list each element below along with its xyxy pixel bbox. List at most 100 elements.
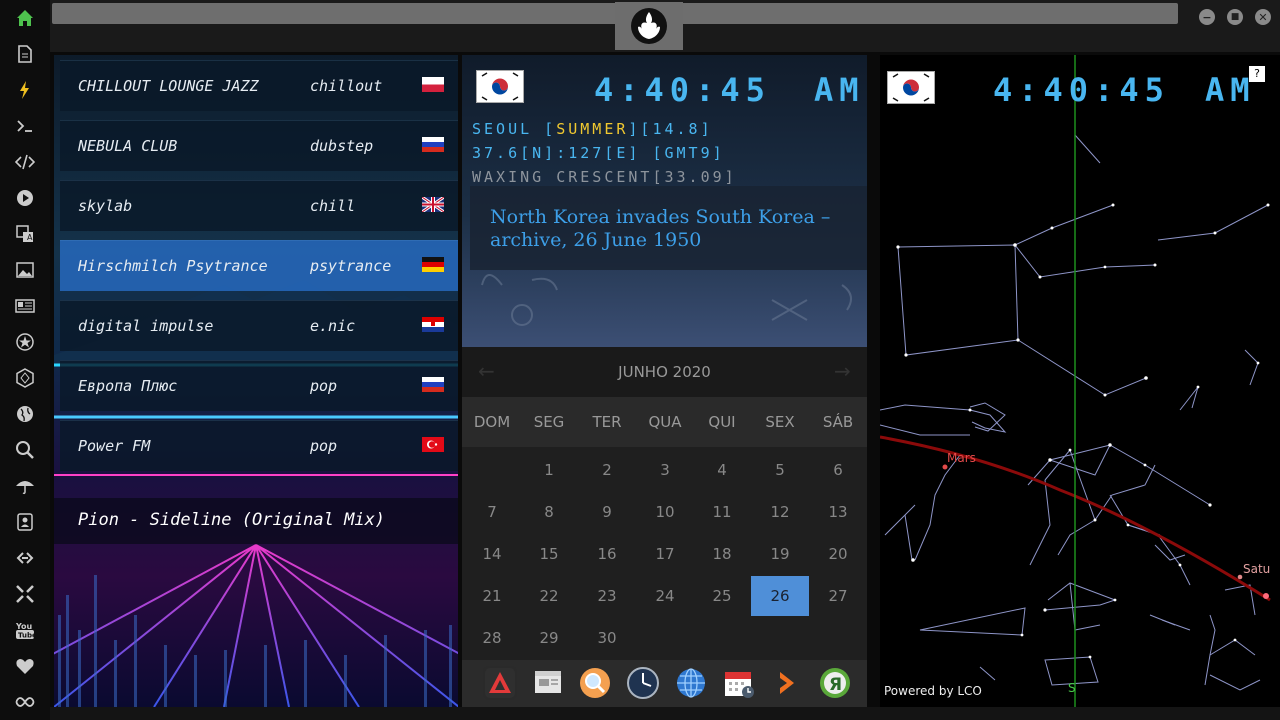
next-month-button[interactable]: → — [834, 359, 851, 383]
maximize-button[interactable]: ■ — [1227, 9, 1243, 25]
settings-star-icon[interactable] — [13, 330, 37, 354]
calendar-day[interactable]: 16 — [578, 534, 636, 574]
globe-browser-icon[interactable] — [674, 666, 708, 700]
station-item-active[interactable]: Hirschmilch Psytrance psytrance — [60, 240, 458, 291]
magnifier-icon[interactable] — [578, 666, 612, 700]
notes-icon[interactable] — [531, 666, 565, 700]
calendar-day[interactable]: 17 — [636, 534, 694, 574]
globe-icon[interactable] — [13, 402, 37, 426]
terminal-icon[interactable] — [13, 114, 37, 138]
anydesk-icon[interactable] — [483, 666, 517, 700]
help-button[interactable]: ? — [1249, 66, 1265, 82]
arrow-right-icon[interactable] — [770, 666, 804, 700]
calendar-day[interactable]: 4 — [693, 450, 751, 490]
calendar-day[interactable]: 23 — [578, 576, 636, 616]
code-icon[interactable] — [13, 150, 37, 174]
calendar-day[interactable]: 8 — [520, 492, 578, 532]
calendar-day[interactable]: 21 — [463, 576, 521, 616]
lightning-icon[interactable] — [13, 78, 37, 102]
youtube-icon[interactable]: You Tube — [13, 618, 37, 642]
calendar-day[interactable]: 25 — [693, 576, 751, 616]
station-item[interactable]: Power FM pop — [60, 420, 458, 471]
calendar-day[interactable]: 2 — [578, 450, 636, 490]
news-box[interactable]: North Korea invades South Korea – archiv… — [470, 186, 867, 270]
powered-by-label[interactable]: Powered by LCO — [884, 684, 982, 698]
dow-label: SÁB — [822, 413, 854, 431]
station-item[interactable]: skylab chill — [60, 180, 458, 231]
calendar-day[interactable]: 12 — [751, 492, 809, 532]
south-korea-flag-icon — [887, 71, 935, 104]
close-button[interactable]: ✕ — [1255, 9, 1271, 25]
news-headline[interactable]: North Korea invades South Korea – archiv… — [490, 206, 840, 252]
calendar-day[interactable]: 6 — [809, 450, 867, 490]
station-item[interactable]: CHILLOUT LOUNGE JAZZ chillout — [60, 60, 458, 111]
calendar-day[interactable]: 7 — [463, 492, 521, 532]
russia-flag-icon — [422, 377, 444, 392]
calendar-day[interactable]: 19 — [751, 534, 809, 574]
expand-icon[interactable] — [13, 582, 37, 606]
calendar-day[interactable]: 28 — [463, 618, 521, 658]
svg-text:A: A — [27, 233, 33, 242]
station-genre: chill — [310, 197, 356, 215]
play-icon[interactable] — [13, 186, 37, 210]
calendar-day[interactable]: 24 — [636, 576, 694, 616]
sky-map[interactable]: Mars Satu 4:40:45 AM S — [880, 55, 1280, 707]
calendar-day[interactable]: 22 — [520, 576, 578, 616]
calendar-day[interactable]: 30 — [578, 618, 636, 658]
calendar-day[interactable]: 20 — [809, 534, 867, 574]
calendar: ← JUNHO 2020 → DOM SEG TER QUA QUI SEX S… — [462, 347, 867, 660]
bottom-bar — [50, 707, 1280, 720]
world-clock-panel: 4:40:45 AM SEOUL [SUMMER][14.8] 37.6[N]:… — [462, 55, 867, 347]
dow-label: SEG — [533, 413, 565, 431]
station-item[interactable]: Европа Плюс pop — [60, 360, 458, 411]
dow-label: DOM — [473, 413, 511, 431]
heart-icon[interactable] — [13, 654, 37, 678]
station-item[interactable]: digital impulse e.nic — [60, 300, 458, 351]
calendar-day[interactable]: 3 — [636, 450, 694, 490]
station-item[interactable]: NEBULA CLUB dubstep — [60, 120, 458, 171]
calendar-header: ← JUNHO 2020 → — [462, 347, 867, 397]
svg-text:Tube: Tube — [18, 632, 35, 640]
station-name: digital impulse — [78, 317, 214, 335]
calendar-day-today[interactable]: 26 — [751, 576, 809, 616]
svg-text:Я: Я — [829, 675, 842, 695]
calendar-day[interactable]: 18 — [693, 534, 751, 574]
link-icon[interactable] — [13, 546, 37, 570]
calendar-day[interactable]: 9 — [578, 492, 636, 532]
calendar-day[interactable]: 29 — [520, 618, 578, 658]
city-suffix: ][14.8] — [628, 120, 713, 138]
station-name: Европа Плюс — [78, 377, 178, 395]
clock-ampm: AM — [814, 71, 865, 109]
germany-flag-icon — [422, 257, 444, 272]
calendar-day[interactable]: 14 — [463, 534, 521, 574]
calendar-icon[interactable] — [722, 666, 756, 700]
moon-phase: WAXING CRESCENT[33.09] — [472, 168, 737, 186]
clock-icon[interactable] — [626, 666, 660, 700]
calendar-day[interactable]: 5 — [751, 450, 809, 490]
news-icon[interactable] — [13, 294, 37, 318]
image-icon[interactable] — [13, 258, 37, 282]
translate-icon[interactable]: A — [13, 222, 37, 246]
calendar-day[interactable]: 13 — [809, 492, 867, 532]
hexagon-icon[interactable] — [13, 366, 37, 390]
sky-clock-time: 4:40:45 — [993, 71, 1170, 109]
calendar-day[interactable]: 11 — [693, 492, 751, 532]
calendar-day[interactable]: 27 — [809, 576, 867, 616]
contact-card-icon[interactable] — [13, 510, 37, 534]
days-of-week: DOM SEG TER QUA QUI SEX SÁB — [462, 397, 867, 447]
planet-saturn-label: Satu — [1243, 562, 1270, 576]
minimize-button[interactable]: − — [1199, 9, 1215, 25]
yandex-icon[interactable]: Я — [818, 666, 852, 700]
coordinates: 37.6[N]:127[E] [GMT9] — [472, 144, 725, 162]
home-icon[interactable] — [13, 6, 37, 30]
umbrella-icon[interactable] — [13, 474, 37, 498]
rebel-emblem-icon[interactable] — [615, 2, 683, 50]
calendar-day[interactable]: 1 — [520, 450, 578, 490]
calendar-day[interactable]: 10 — [636, 492, 694, 532]
search-icon[interactable] — [13, 438, 37, 462]
document-icon[interactable] — [13, 42, 37, 66]
infinity-icon[interactable] — [13, 690, 37, 714]
season: SUMMER — [556, 120, 629, 138]
croatia-flag-icon — [422, 317, 444, 332]
calendar-day[interactable]: 15 — [520, 534, 578, 574]
